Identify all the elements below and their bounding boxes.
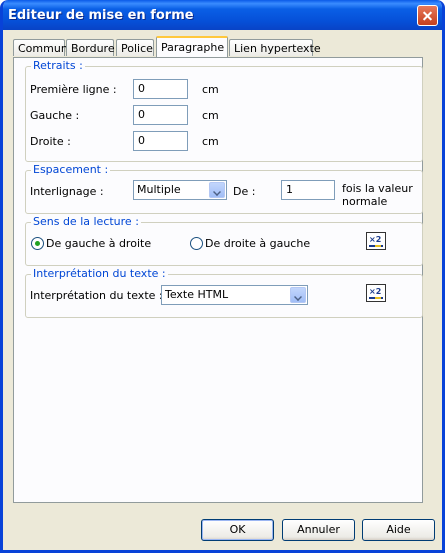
gauche-label: Gauche : bbox=[30, 109, 80, 122]
interpretation-legend: Interprétation du texte : bbox=[31, 267, 168, 280]
tab-commun[interactable]: Commun bbox=[13, 39, 68, 56]
droite-label: Droite : bbox=[30, 135, 71, 148]
chevron-down-icon[interactable] bbox=[209, 182, 225, 198]
sens-lecture-group: Sens de la lecture : De gauche à droite … bbox=[25, 215, 423, 266]
window-title: Editeur de mise en forme bbox=[8, 8, 194, 23]
interlignage-label: Interlignage : bbox=[30, 185, 104, 198]
tab-panel-paragraphe: Retraits : Première ligne : 0 cm Gauche … bbox=[13, 57, 423, 503]
rtl-radio[interactable] bbox=[190, 237, 203, 250]
interlignage-select[interactable]: Multiple bbox=[133, 180, 227, 200]
interlignage-value: Multiple bbox=[137, 183, 181, 196]
svg-text:×2: ×2 bbox=[369, 287, 381, 296]
tab-paragraphe[interactable]: Paragraphe bbox=[156, 36, 228, 57]
help-button[interactable]: Aide bbox=[362, 519, 435, 541]
de-suffix-line2: normale bbox=[342, 195, 388, 208]
tab-lien-hypertexte[interactable]: Lien hypertexte bbox=[229, 39, 321, 56]
interpretation-label: Interprétation du texte : bbox=[30, 289, 163, 302]
chevron-down-icon[interactable] bbox=[290, 287, 306, 303]
de-suffix-line1: fois la valeur bbox=[342, 182, 413, 195]
ltr-label[interactable]: De gauche à droite bbox=[46, 237, 151, 250]
retraits-legend: Retraits : bbox=[31, 59, 85, 72]
espacement-legend: Espacement : bbox=[31, 163, 111, 176]
dialog-window: Editeur de mise en forme Commun Bordure … bbox=[0, 0, 445, 553]
svg-text:×2: ×2 bbox=[369, 235, 381, 244]
tab-police[interactable]: Police bbox=[116, 39, 154, 56]
title-bar[interactable]: Editeur de mise en forme bbox=[3, 0, 442, 30]
interpretation-value: Texte HTML bbox=[165, 288, 229, 301]
droite-input[interactable]: 0 bbox=[133, 131, 188, 151]
ltr-radio[interactable] bbox=[31, 237, 44, 250]
rtl-label[interactable]: De droite à gauche bbox=[205, 237, 310, 250]
de-label: De : bbox=[233, 185, 256, 198]
x2-toggle-icon[interactable]: ×2 bbox=[366, 284, 386, 302]
cancel-button[interactable]: Annuler bbox=[282, 519, 355, 541]
interpretation-group: Interprétation du texte : Interprétation… bbox=[25, 267, 423, 318]
gauche-unit: cm bbox=[202, 109, 219, 122]
gauche-input[interactable]: 0 bbox=[133, 105, 188, 125]
x2-toggle-icon[interactable]: ×2 bbox=[366, 232, 386, 250]
ok-button[interactable]: OK bbox=[201, 519, 274, 541]
retraits-group: Retraits : Première ligne : 0 cm Gauche … bbox=[25, 59, 423, 162]
premiere-ligne-unit: cm bbox=[202, 83, 219, 96]
droite-unit: cm bbox=[202, 135, 219, 148]
de-input[interactable]: 1 bbox=[281, 180, 335, 200]
sens-lecture-legend: Sens de la lecture : bbox=[31, 215, 141, 228]
tab-bordure[interactable]: Bordure bbox=[66, 39, 115, 56]
close-icon[interactable] bbox=[417, 5, 438, 26]
premiere-ligne-label: Première ligne : bbox=[30, 83, 117, 96]
premiere-ligne-input[interactable]: 0 bbox=[133, 79, 188, 99]
espacement-group: Espacement : Interlignage : Multiple De … bbox=[25, 163, 423, 214]
interpretation-select[interactable]: Texte HTML bbox=[161, 285, 308, 305]
